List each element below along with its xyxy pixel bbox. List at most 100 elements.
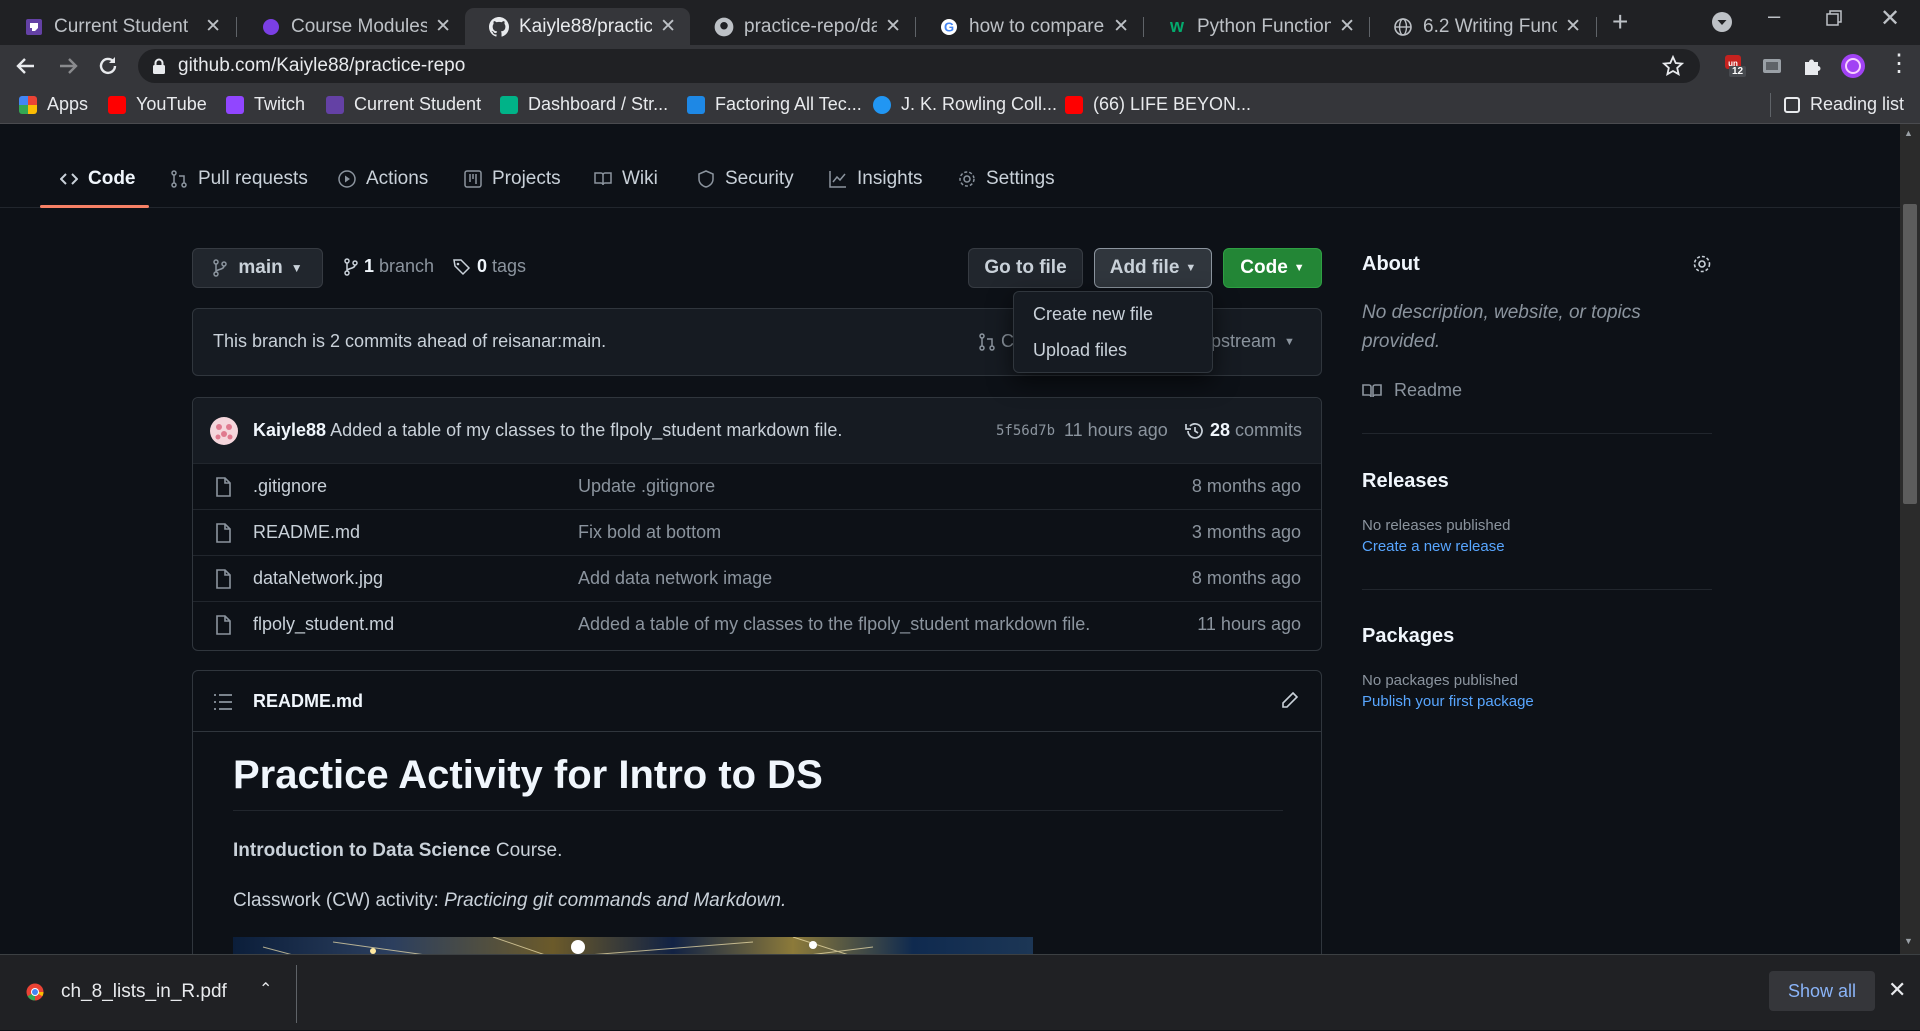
school-icon — [326, 95, 344, 114]
restore-icon[interactable] — [1826, 10, 1842, 26]
show-all-button[interactable]: Show all — [1769, 971, 1875, 1011]
menu-kebab-icon[interactable]: ⋮ — [1887, 52, 1911, 76]
tab-title: practice-repo/data — [744, 15, 878, 37]
list-icon[interactable] — [213, 693, 233, 711]
close-tab-icon[interactable]: ✕ — [660, 15, 676, 38]
bookmark-star-icon[interactable] — [1662, 55, 1684, 77]
file-name[interactable]: .gitignore — [253, 476, 327, 497]
browser-tab[interactable]: Current Student ✕ — [0, 8, 235, 45]
forward-icon[interactable] — [56, 54, 80, 78]
reading-list-icon — [1784, 96, 1800, 113]
avatar[interactable] — [209, 416, 239, 446]
bookmark-dashboard[interactable]: Dashboard / Str... — [500, 94, 668, 115]
tab-insights[interactable]: Insights — [829, 160, 922, 198]
bookmark-factoring[interactable]: Factoring All Tec... — [687, 94, 862, 115]
close-tab-icon[interactable]: ✕ — [1339, 15, 1355, 38]
table-row[interactable]: flpoly_student.md Added a table of my cl… — [193, 601, 1321, 647]
gear-icon[interactable] — [1692, 254, 1712, 274]
profile-avatar[interactable] — [1840, 53, 1866, 79]
tab-code[interactable]: Code — [60, 160, 136, 198]
file-name[interactable]: README.md — [253, 522, 360, 543]
tab-settings[interactable]: Settings — [958, 160, 1055, 198]
close-window-icon[interactable]: ✕ — [1880, 4, 1900, 33]
tab-actions[interactable]: Actions — [338, 160, 428, 198]
extension-icon[interactable] — [1762, 56, 1784, 76]
bookmark-apps[interactable]: Apps — [19, 94, 88, 115]
new-tab-button[interactable]: + — [1612, 6, 1628, 38]
tab-security[interactable]: Security — [697, 160, 794, 198]
tab-wiki[interactable]: Wiki — [594, 160, 658, 198]
close-tab-icon[interactable]: ✕ — [1113, 15, 1129, 38]
bookmark-jk-rowling[interactable]: J. K. Rowling Coll... — [873, 94, 1057, 115]
reading-list[interactable]: Reading list — [1784, 94, 1904, 115]
tags-link[interactable]: 0 tags — [453, 256, 526, 277]
page-scrollbar[interactable]: ▲ ▼ — [1900, 124, 1920, 954]
branches-link[interactable]: 1 branch — [344, 256, 434, 277]
file-commit-message[interactable]: Update .gitignore — [578, 476, 715, 497]
file-commit-message[interactable]: Add data network image — [578, 568, 772, 589]
file-name[interactable]: dataNetwork.jpg — [253, 568, 383, 589]
close-shelf-icon[interactable]: ✕ — [1888, 977, 1906, 1003]
publish-package-link[interactable]: Publish your first package — [1362, 693, 1534, 710]
browser-tab[interactable]: Course Modules: Ir ✕ — [237, 8, 465, 45]
create-new-file-item[interactable]: Create new file — [1033, 304, 1153, 325]
commit-author[interactable]: Kaiyle88 — [253, 420, 326, 440]
releases-heading[interactable]: Releases — [1362, 470, 1449, 493]
readme-link[interactable]: Readme — [1362, 380, 1462, 401]
download-item[interactable]: ch_8_lists_in_R.pdf ⌃ — [0, 955, 296, 1031]
github-icon — [714, 17, 734, 37]
branch-selector-button[interactable]: main ▼ — [192, 248, 323, 288]
fetch-upstream-button[interactable]: pstream ▼ — [1211, 331, 1295, 352]
close-tab-icon[interactable]: ✕ — [885, 15, 901, 38]
lock-icon[interactable] — [152, 58, 166, 75]
upload-files-item[interactable]: Upload files — [1033, 340, 1127, 361]
commit-sha[interactable]: 5f56d7b — [996, 423, 1055, 439]
puzzle-icon[interactable] — [1801, 55, 1823, 77]
graph-icon — [829, 170, 847, 188]
youtube-icon — [108, 95, 126, 114]
scroll-up-icon[interactable]: ▲ — [1904, 128, 1913, 138]
browser-tab-active[interactable]: Kaiyle88/practice-r ✕ — [465, 8, 690, 45]
packages-heading[interactable]: Packages — [1362, 625, 1454, 648]
code-button[interactable]: Code ▼ — [1223, 248, 1322, 288]
bookmark-twitch[interactable]: Twitch — [226, 94, 305, 115]
url-text: github.com/Kaiyle88/practice-repo — [178, 55, 466, 76]
table-row[interactable]: dataNetwork.jpg Add data network image 8… — [193, 555, 1321, 601]
bookmark-life-beyond[interactable]: (66) LIFE BEYON... — [1065, 94, 1251, 115]
commits-link[interactable]: 28 commits — [1185, 420, 1302, 441]
tab-projects[interactable]: Projects — [464, 160, 561, 198]
address-bar[interactable]: github.com/Kaiyle88/practice-repo — [138, 49, 1700, 83]
bookmark-youtube[interactable]: YouTube — [108, 94, 207, 115]
close-tab-icon[interactable]: ✕ — [435, 15, 451, 38]
close-tab-icon[interactable]: ✕ — [1565, 15, 1581, 38]
file-name[interactable]: flpoly_student.md — [253, 614, 394, 635]
minimize-icon[interactable]: – — [1768, 3, 1780, 29]
readme-header: README.md — [193, 671, 1321, 732]
contribute-button[interactable]: C — [979, 331, 1014, 352]
close-tab-icon[interactable]: ✕ — [205, 15, 221, 38]
add-file-button[interactable]: Add file ▼ — [1094, 248, 1212, 288]
reload-icon[interactable] — [96, 54, 120, 78]
browser-tab[interactable]: practice-repo/data ✕ — [690, 8, 915, 45]
create-release-link[interactable]: Create a new release — [1362, 538, 1505, 555]
table-row[interactable]: .gitignore Update .gitignore 8 months ag… — [193, 463, 1321, 509]
pencil-icon[interactable] — [1281, 691, 1299, 709]
go-to-file-button[interactable]: Go to file — [968, 248, 1083, 288]
tab-search-icon[interactable] — [1711, 11, 1733, 33]
browser-tab[interactable]: G how to compare va ✕ — [915, 8, 1143, 45]
commit-message[interactable]: Added a table of my classes to the flpol… — [330, 420, 842, 440]
tab-title: Current Student — [54, 15, 189, 37]
scrollbar-thumb[interactable] — [1903, 204, 1917, 504]
table-row[interactable]: README.md Fix bold at bottom 3 months ag… — [193, 509, 1321, 555]
browser-tab[interactable]: 6.2 Writing Functio ✕ — [1369, 8, 1595, 45]
file-commit-message[interactable]: Added a table of my classes to the flpol… — [578, 614, 1090, 635]
bookmark-current-student[interactable]: Current Student — [326, 94, 481, 115]
back-icon[interactable] — [14, 54, 38, 78]
latest-commit-row: Kaiyle88 Added a table of my classes to … — [193, 398, 1321, 463]
tab-pull-requests[interactable]: Pull requests — [170, 160, 308, 198]
file-commit-message[interactable]: Fix bold at bottom — [578, 522, 721, 543]
browser-tab[interactable]: w Python Functions ✕ — [1143, 8, 1369, 45]
extension-icon[interactable]: un 12 — [1723, 53, 1749, 79]
scroll-down-icon[interactable]: ▼ — [1904, 936, 1913, 946]
chevron-up-icon[interactable]: ⌃ — [259, 979, 272, 999]
